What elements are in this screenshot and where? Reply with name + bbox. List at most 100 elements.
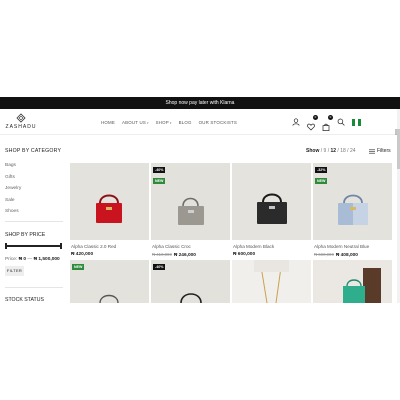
- main-nav: HOME ABOUT US▾ SHOP▾ BLOG OUR STOCKISTS: [101, 120, 237, 125]
- product-image[interactable]: [70, 163, 149, 240]
- announcement-bar[interactable]: Shop now pay later with Klarna: [0, 97, 400, 109]
- country-flag-icon[interactable]: [352, 118, 361, 126]
- price-slider-max-handle[interactable]: [60, 243, 62, 249]
- nav-label: OUR STOCKISTS: [198, 120, 238, 125]
- nav-item-blog[interactable]: BLOG: [179, 120, 192, 125]
- price-range-text: Price: ₦ 0 — ₦ 1,500,000: [5, 257, 60, 262]
- filter-lines-icon: [369, 149, 375, 153]
- filters-button[interactable]: Filters: [369, 148, 391, 154]
- per-page-selector: Show / 9 / 12 / 18 / 24: [306, 148, 356, 154]
- product-name[interactable]: Alpha Modern Neutral Blue: [314, 244, 369, 249]
- category-link-jewelry[interactable]: Jewelry: [5, 183, 66, 195]
- new-badge: NEW: [153, 178, 166, 184]
- product-name[interactable]: Alpha Modern Black: [233, 244, 274, 249]
- brand-name: ZASHADU: [5, 124, 37, 130]
- product-price: ₦ 600,000 ₦ 408,000: [314, 252, 358, 258]
- price-min: ₦ 0: [18, 257, 27, 262]
- product-name[interactable]: Alpha Classic 2.0 Red: [71, 244, 116, 249]
- sidebar: Bags Gifts Jewelry Sale Shoes: [0, 160, 66, 218]
- per-page-value: 9: [323, 148, 327, 154]
- page: Shop now pay later with Klarna ZASHADU H…: [0, 0, 400, 400]
- discount-badge: -40%: [153, 264, 166, 270]
- discount-badge: -32%: [315, 167, 328, 173]
- flag-stripe: [358, 118, 361, 126]
- current-price: ₦ 420,000: [71, 252, 94, 257]
- per-page-value: 18: [340, 148, 346, 154]
- wishlist-button[interactable]: 0: [307, 115, 318, 131]
- handbag-photo: [313, 163, 392, 240]
- handbag-photo: [70, 163, 149, 240]
- per-page-option-18[interactable]: / 18: [337, 148, 345, 154]
- price-slider-min-handle[interactable]: [5, 243, 7, 249]
- bottom-letterbox: [0, 303, 400, 400]
- nav-item-about-us[interactable]: ABOUT US▾: [122, 120, 149, 125]
- per-page-option-12[interactable]: / 12: [328, 148, 336, 154]
- wishlist-count-badge: 0: [313, 115, 318, 120]
- category-link-gifts[interactable]: Gifts: [5, 172, 66, 184]
- product-image[interactable]: [232, 260, 311, 303]
- old-price: ₦ 410,000: [152, 252, 172, 257]
- current-price: ₦ 246,000: [173, 253, 196, 258]
- nav-item-our-stockists[interactable]: OUR STOCKISTS: [199, 120, 237, 125]
- category-link-bags[interactable]: Bags: [5, 160, 66, 172]
- filters-label: Filters: [377, 148, 391, 154]
- shop-by-category-title: SHOP BY CATEGORY: [5, 148, 62, 154]
- nav-item-home[interactable]: HOME: [101, 120, 115, 125]
- chevron-down-icon: ▾: [169, 121, 172, 125]
- header-icons: 0 0: [292, 115, 361, 131]
- nav-label: ABOUT US: [121, 120, 146, 125]
- divider: [5, 221, 63, 222]
- product-price: ₦ 420,000: [71, 252, 93, 257]
- discount-badge: -40%: [153, 167, 166, 173]
- price-max: ₦ 1,500,000: [33, 257, 60, 262]
- chevron-down-icon: ▾: [146, 121, 149, 125]
- shopping-bag-icon: [322, 123, 330, 131]
- new-badge: NEW: [315, 178, 328, 184]
- current-price: ₦ 408,000: [335, 253, 358, 258]
- user-icon[interactable]: [292, 118, 300, 126]
- price-separator: —: [27, 257, 33, 262]
- shop-toolbar: SHOP BY CATEGORY Show / 9 / 12 / 18 / 24…: [0, 145, 400, 157]
- new-badge: NEW: [72, 264, 85, 270]
- heart-icon: [307, 123, 315, 131]
- per-page-option-9[interactable]: / 9: [321, 148, 327, 154]
- cart-button[interactable]: 0: [322, 115, 333, 131]
- product-image[interactable]: [232, 163, 311, 240]
- price-range-slider[interactable]: [5, 243, 62, 249]
- old-price: ₦ 600,000: [314, 252, 334, 257]
- product-image[interactable]: NEW: [70, 260, 149, 303]
- divider: [5, 287, 63, 288]
- top-letterbox: [0, 0, 400, 97]
- site-header: ZASHADU HOME ABOUT US▾ SHOP▾ BLOG OUR ST…: [0, 109, 400, 135]
- shop-by-price-title: SHOP BY PRICE: [5, 232, 46, 238]
- current-price: ₦ 600,000: [233, 252, 256, 257]
- price-label: Price:: [5, 257, 18, 262]
- model-photo: [313, 260, 392, 303]
- product-image[interactable]: [313, 260, 392, 303]
- nav-label: SHOP: [155, 120, 169, 125]
- product-image[interactable]: -32% NEW: [313, 163, 392, 240]
- product-price: ₦ 410,000 ₦ 246,000: [152, 252, 196, 258]
- model-photo: [232, 260, 311, 303]
- product-image[interactable]: -40% NEW: [151, 163, 230, 240]
- cart-count-badge: 0: [328, 115, 333, 120]
- product-price: ₦ 600,000: [233, 252, 255, 257]
- nav-label: HOME: [101, 120, 115, 125]
- per-page-option-24[interactable]: / 24: [347, 148, 355, 154]
- nav-item-shop[interactable]: SHOP▾: [156, 120, 172, 125]
- handbag-photo: [232, 163, 311, 240]
- per-page-value: 24: [349, 148, 356, 154]
- per-page-value: 12: [330, 148, 337, 154]
- nav-label: BLOG: [178, 120, 192, 125]
- announcement-text: Shop now pay later with Klarna: [165, 100, 235, 106]
- category-list: Bags Gifts Jewelry Sale Shoes: [0, 160, 66, 218]
- filter-button[interactable]: FILTER: [5, 266, 24, 276]
- product-image[interactable]: -40%: [151, 260, 230, 303]
- handbag-photo: [151, 163, 230, 240]
- category-link-sale[interactable]: Sale: [5, 195, 66, 207]
- show-label: Show: [306, 148, 320, 154]
- search-icon[interactable]: [337, 118, 345, 126]
- category-link-shoes[interactable]: Shoes: [5, 206, 66, 218]
- product-name[interactable]: Alpha Classic Croc: [152, 244, 191, 249]
- brand-logo[interactable]: ZASHADU: [4, 113, 38, 133]
